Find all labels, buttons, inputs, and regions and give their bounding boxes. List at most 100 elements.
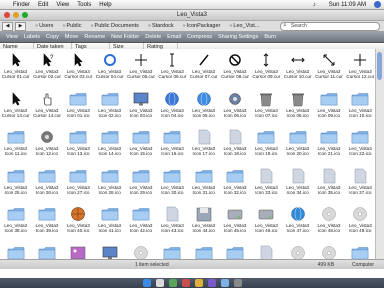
file-item[interactable]: Leo_Vista3 Icon 34.ico (282, 165, 313, 204)
file-item[interactable]: Leo_Vista3 Cursor 05.cur (125, 49, 156, 88)
path-segment[interactable]: » Users (32, 23, 53, 29)
path-segment[interactable]: » Public (59, 23, 81, 29)
dock-app-icon[interactable] (220, 279, 229, 287)
dock-app-icon[interactable] (194, 279, 203, 287)
file-item[interactable]: Leo_Vista3 Icon 21.ico (313, 126, 344, 165)
file-item[interactable]: Leo_Vista3 Icon 20.ico (282, 126, 313, 165)
file-item[interactable]: Leo_Vista3 Cursor 10.cur (282, 49, 313, 88)
file-item[interactable]: Leo_Vista3 Cursor 13.cur (0, 88, 31, 127)
file-item[interactable]: Leo_Vista3 Icon 28.ico (94, 165, 125, 204)
file-item[interactable]: Leo_Vista3 Icon 44.ico (188, 203, 219, 242)
file-item[interactable]: Leo_Vista3 Icon 11.ico (0, 126, 31, 165)
forward-button[interactable]: ▶ (15, 21, 26, 31)
toolbar-button[interactable]: New Folder (111, 34, 139, 40)
file-item[interactable]: Leo_Vista3 Icon 05.ico (188, 88, 219, 127)
file-item[interactable]: Leo_Vista3 Icon 49.ico (345, 203, 376, 242)
file-item[interactable]: Leo_Vista3 Cursor 01.cur (0, 49, 31, 88)
dock-app-icon[interactable] (181, 279, 190, 287)
close-button[interactable] (4, 12, 10, 18)
file-item[interactable]: Leo_Vista3 Cursor 06.cur (157, 49, 188, 88)
toolbar-button[interactable]: Email (167, 34, 181, 40)
file-item[interactable]: Leo_Vista3 Icon 13.ico (63, 126, 94, 165)
dock-trash-icon[interactable] (233, 279, 242, 287)
back-button[interactable]: ◀ (2, 21, 13, 31)
toolbar-button[interactable]: Labels (24, 34, 40, 40)
file-item[interactable]: Leo_Vista3 Icon 41.ico (94, 203, 125, 242)
vertical-scrollbar[interactable] (375, 49, 384, 259)
file-item[interactable]: Leo_Vista3 Icon 17.ico (188, 126, 219, 165)
file-item[interactable]: Leo_Vista3 Icon 29.ico (125, 165, 156, 204)
file-item[interactable]: Leo_Vista3 (313, 242, 344, 259)
toolbar-button[interactable]: Burn (264, 34, 276, 40)
file-item[interactable]: Leo_Vista3 Cursor 14.cur (31, 88, 62, 127)
file-item[interactable]: Leo_Vista3 Icon 31.ico (188, 165, 219, 204)
zoom-button[interactable] (22, 12, 28, 18)
file-item[interactable]: Leo_Vista3 Cursor 03.cur (63, 49, 94, 88)
minimize-button[interactable] (13, 12, 19, 18)
file-item[interactable]: Leo_Vista3 Icon 12.ico (31, 126, 62, 165)
file-item[interactable]: Leo_Vista3 (63, 242, 94, 260)
file-item[interactable]: Leo_Vista3 Icon 37.ico (345, 165, 376, 204)
file-item[interactable]: Leo_Vista3 Icon 33.ico (251, 165, 282, 204)
file-item[interactable]: Leo_Vista3 (31, 242, 62, 260)
file-item[interactable]: Leo_Vista3 Cursor 11.cur (313, 49, 344, 88)
dock-finder-icon[interactable] (142, 279, 151, 287)
path-segment[interactable]: » Public Documents (87, 23, 138, 29)
path-segment[interactable]: » Leo_Vist... (226, 23, 259, 29)
file-item[interactable]: Leo_Vista3 Icon 03.ico (125, 88, 156, 127)
file-item[interactable]: Leo_Vista3 Icon 39.ico (31, 203, 62, 242)
file-item[interactable]: Leo_Vista3 Icon 06.ico (219, 88, 250, 127)
file-item[interactable]: Leo_Vista3 Icon 35.ico (313, 165, 344, 204)
menu-item-view[interactable]: View (56, 2, 69, 8)
toolbar-button[interactable]: Move (65, 34, 78, 40)
file-item[interactable]: Leo_Vista3 Icon 16.ico (157, 126, 188, 165)
file-item[interactable]: Leo_Vista3 Icon 08.ico (282, 88, 313, 127)
file-item[interactable]: Leo_Vista3 Icon 48.ico (313, 203, 344, 242)
file-item[interactable]: ? Leo_Vista3 Cursor 02.cur (31, 49, 62, 88)
search-input[interactable]: Search (280, 21, 380, 31)
file-item[interactable]: Leo_Vista3 Icon 45.ico (219, 203, 250, 242)
file-item[interactable]: Leo_Vista3 (282, 242, 313, 259)
file-item[interactable]: Leo_Vista3 Icon 40.ico (63, 203, 94, 242)
file-item[interactable]: Leo_Vista3 Icon 15.ico (125, 126, 156, 165)
file-item[interactable]: Leo_Vista3 Icon 14.ico (94, 126, 125, 165)
file-item[interactable]: Leo_Vista3 (0, 242, 31, 260)
path-segment[interactable]: » Stardock (145, 23, 174, 29)
toolbar-button[interactable]: Sharing Settings (218, 34, 258, 40)
spotlight-icon[interactable] (374, 1, 381, 8)
file-item[interactable]: Leo_Vista3 Icon 32.ico (219, 165, 250, 204)
file-item[interactable]: Leo_Vista3 (219, 242, 250, 260)
file-item[interactable]: Leo_Vista3 Cursor 08.cur (219, 49, 250, 88)
file-item[interactable]: Leo_Vista3 (94, 242, 125, 259)
file-item[interactable]: Leo_Vista3 Icon 02.ico (94, 88, 125, 127)
file-item[interactable]: Leo_Vista3 Icon 10.ico (345, 88, 376, 127)
file-item[interactable]: Leo_Vista3 (125, 242, 156, 259)
dock-app-icon[interactable] (207, 279, 216, 287)
file-item[interactable]: Leo_Vista3 Icon 30.ico (157, 165, 188, 204)
file-item[interactable]: Leo_Vista3 Icon 18.ico (219, 126, 250, 165)
file-item[interactable]: Leo_Vista3 Icon 27.ico (63, 165, 94, 204)
file-item[interactable]: Leo_Vista3 Icon 47.ico (282, 203, 313, 242)
toolbar-button[interactable]: View (6, 34, 18, 40)
file-item[interactable]: Leo_Vista3 (157, 242, 188, 260)
path-segment[interactable]: » IconPackager (180, 23, 221, 29)
toolbar-button[interactable]: Copy (46, 34, 59, 40)
menu-item-edit[interactable]: Edit (38, 2, 48, 8)
file-item[interactable]: Leo_Vista3 Cursor 07.cur (188, 49, 219, 88)
file-item[interactable]: Leo_Vista3 Icon 04.ico (157, 88, 188, 127)
menu-item-finder[interactable]: Finder (13, 2, 30, 8)
file-item[interactable]: Leo_Vista3 Icon 43.ico (157, 203, 188, 242)
file-item[interactable]: Leo_Vista3 Icon 01.ico (63, 88, 94, 127)
file-item[interactable]: Leo_Vista3 Cursor 12.cur (345, 49, 376, 88)
clock[interactable]: Sun 11:09 AM (329, 2, 366, 8)
file-item[interactable]: Leo_Vista3 Icon 25.ico (0, 165, 31, 204)
file-item[interactable]: Leo_Vista3 Cursor 09.cur (251, 49, 282, 88)
toolbar-button[interactable]: Delete (145, 34, 161, 40)
dock-app-icon[interactable] (168, 279, 177, 287)
file-item[interactable]: Leo_Vista3 Icon 09.ico (313, 88, 344, 127)
file-item[interactable]: Leo_Vista3 (188, 242, 219, 260)
file-item[interactable]: Leo_Vista3 Icon 19.ico (251, 126, 282, 165)
file-item[interactable]: Leo_Vista3 Icon 22.ico (345, 126, 376, 165)
file-item[interactable]: Leo_Vista3 Icon 26.ico (31, 165, 62, 204)
file-item[interactable]: Leo_Vista3 (345, 242, 376, 260)
